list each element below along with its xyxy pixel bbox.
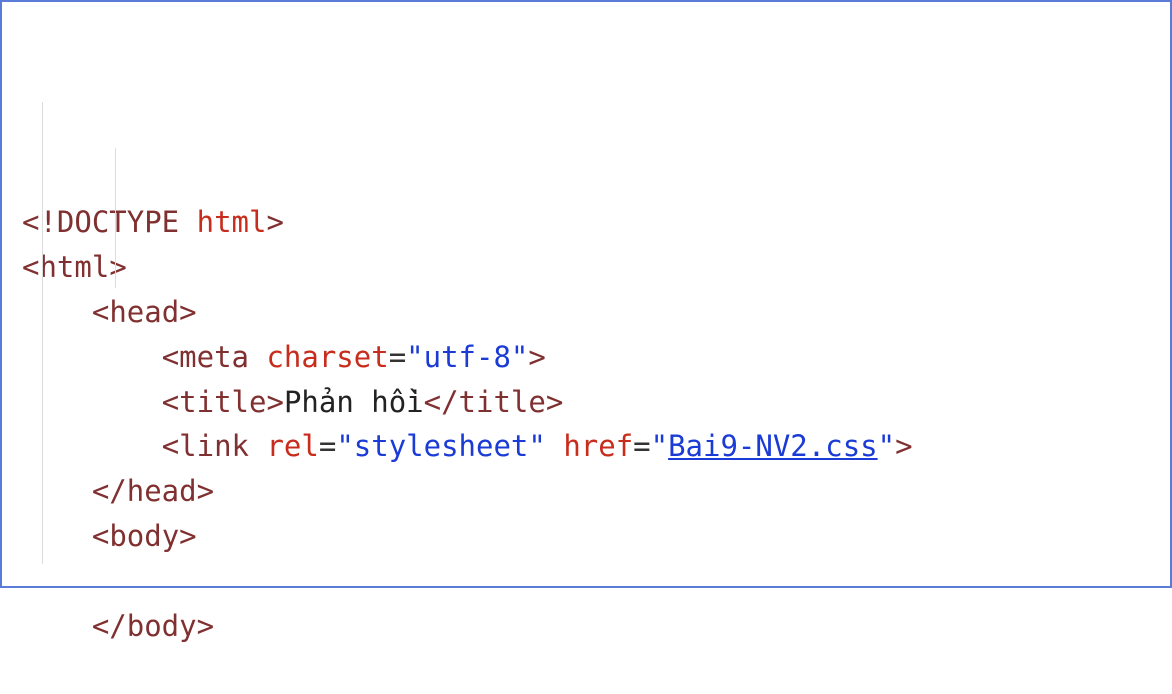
code-line (22, 559, 1150, 604)
code-token: charset (266, 340, 388, 374)
code-token: </ (92, 609, 127, 643)
code-token (546, 429, 563, 463)
code-token: < (162, 429, 179, 463)
code-token: DOCTYPE (57, 205, 197, 239)
code-token: > (179, 295, 196, 329)
code-token: href (563, 429, 633, 463)
code-token: Bai9-NV2.css (668, 429, 878, 463)
code-token: link (179, 429, 266, 463)
code-token: < (92, 519, 109, 553)
code-line: </body> (22, 604, 1150, 649)
code-token: rel (266, 429, 318, 463)
code-token: <! (22, 205, 57, 239)
code-line: </head> (22, 469, 1150, 514)
code-block: <!DOCTYPE html><html> <head> <meta chars… (0, 0, 1172, 588)
code-token: body (109, 519, 179, 553)
code-token: > (266, 205, 283, 239)
code-line: <head> (22, 290, 1150, 335)
code-token: body (127, 609, 197, 643)
code-token: < (162, 385, 179, 419)
code-token: " (651, 429, 668, 463)
code-token: = (319, 429, 336, 463)
code-token: " (878, 429, 895, 463)
code-token: > (109, 250, 126, 284)
code-token: meta (179, 340, 266, 374)
code-token: > (179, 519, 196, 553)
code-line: <html> (22, 245, 1150, 290)
code-token: > (546, 385, 563, 419)
code-token: Phản hồi (284, 385, 424, 419)
code-token: "utf-8" (406, 340, 528, 374)
code-token: < (92, 295, 109, 329)
code-line: <!DOCTYPE html> (22, 200, 1150, 245)
code-token: head (127, 474, 197, 508)
code-token: = (633, 429, 650, 463)
code-content: <!DOCTYPE html><html> <head> <meta chars… (22, 200, 1150, 649)
code-token: = (389, 340, 406, 374)
code-token: head (109, 295, 179, 329)
code-token: "stylesheet" (336, 429, 546, 463)
code-token: < (22, 250, 39, 284)
code-token: > (197, 609, 214, 643)
code-token: > (197, 474, 214, 508)
code-token: title (179, 385, 266, 419)
code-token: > (266, 385, 283, 419)
code-token: title (459, 385, 546, 419)
code-line: <meta charset="utf-8"> (22, 335, 1150, 380)
code-token: html (197, 205, 267, 239)
code-line: <title>Phản hồi</title> (22, 380, 1150, 425)
code-line: <body> (22, 514, 1150, 559)
code-token: </ (92, 474, 127, 508)
code-token: > (895, 429, 912, 463)
code-token: html (39, 250, 109, 284)
code-line: <link rel="stylesheet" href="Bai9-NV2.cs… (22, 424, 1150, 469)
code-token: > (528, 340, 545, 374)
code-token: < (162, 340, 179, 374)
code-token: </ (424, 385, 459, 419)
